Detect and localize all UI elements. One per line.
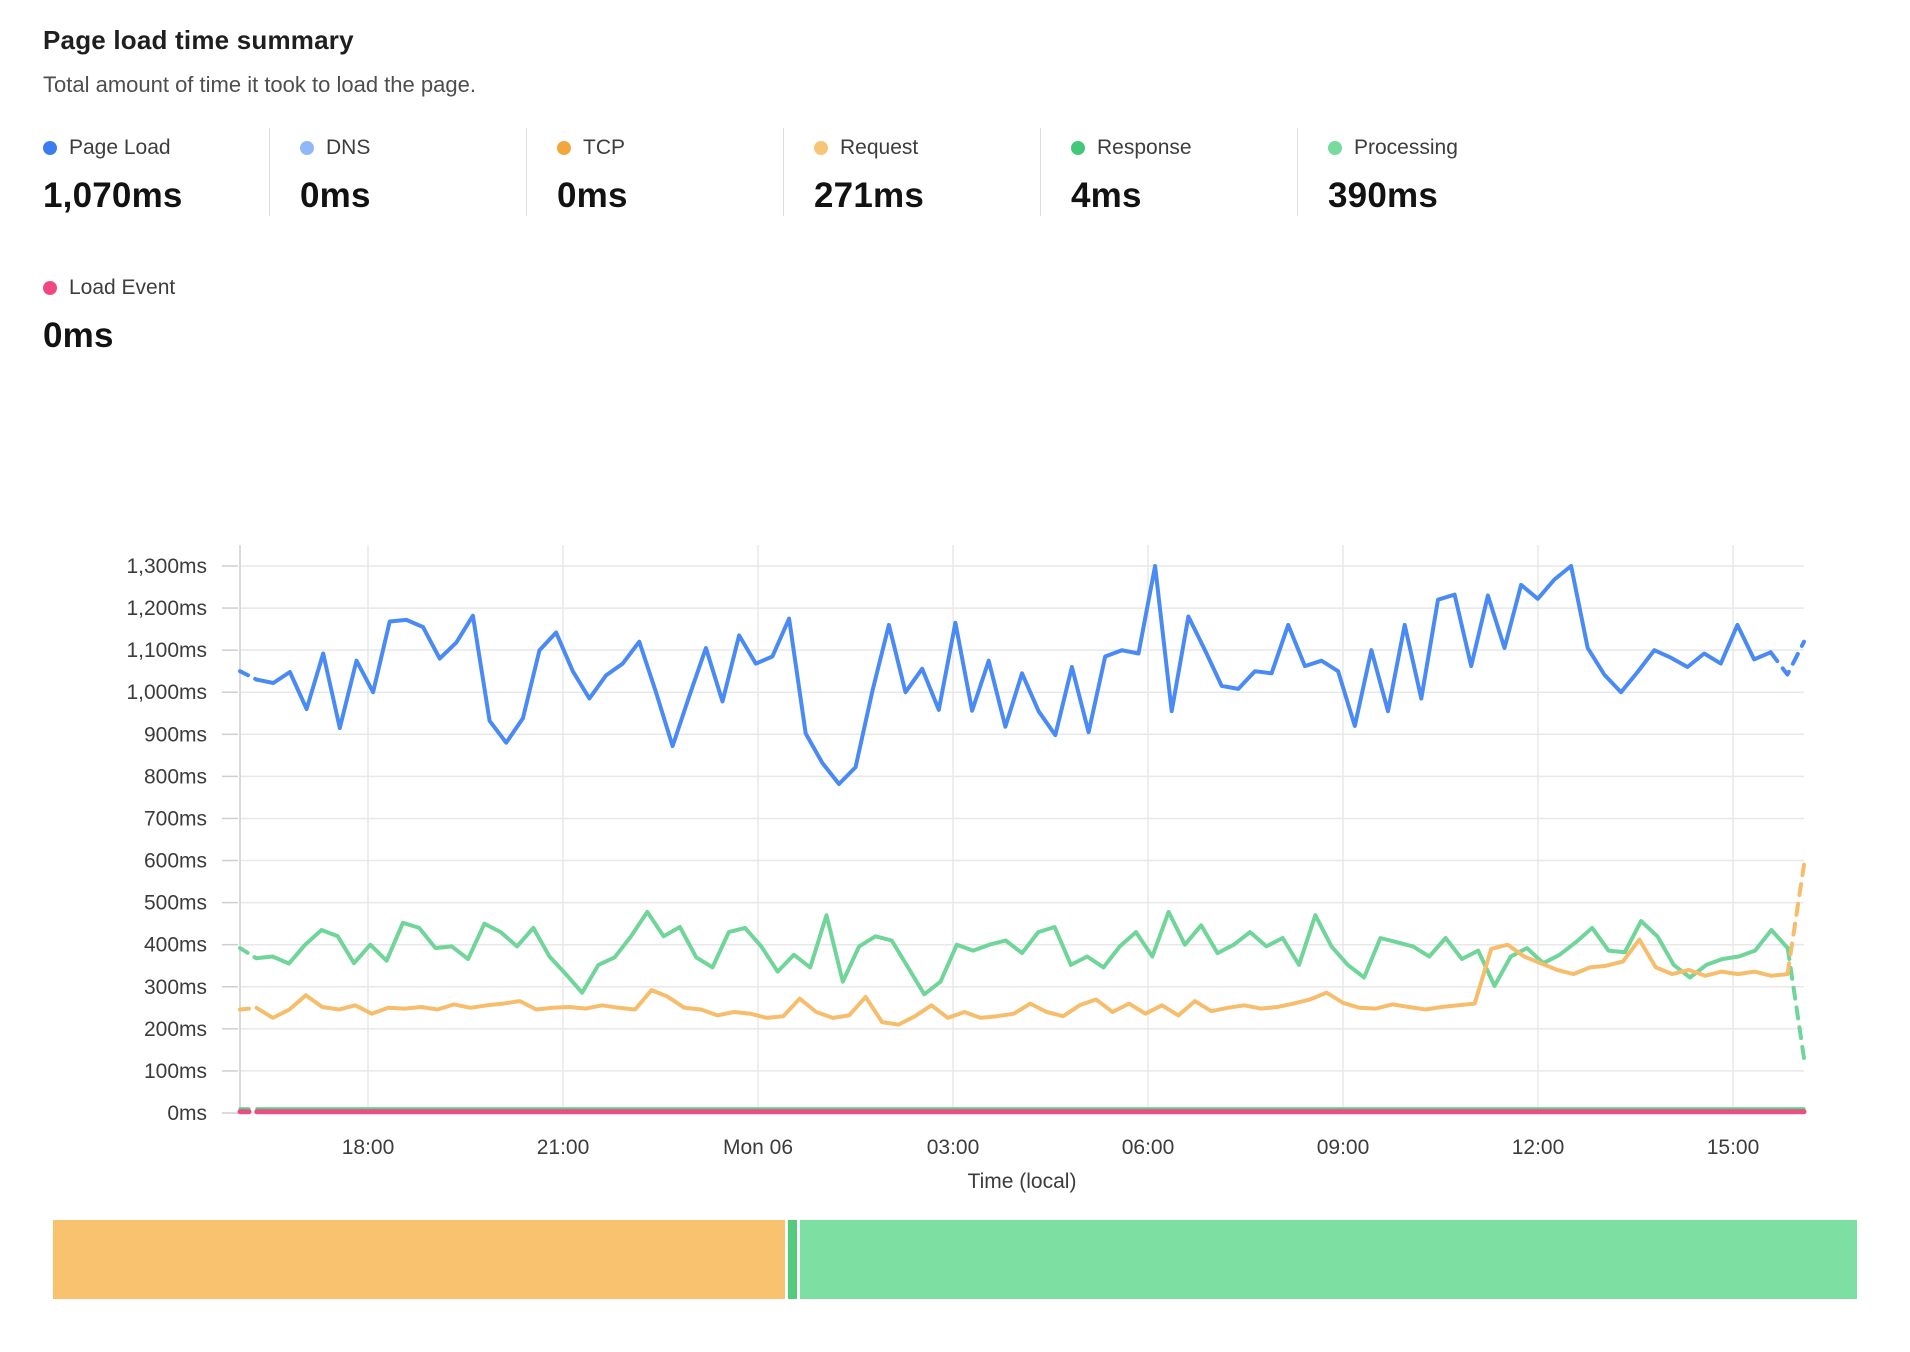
bar-segment-request-share bbox=[53, 1220, 785, 1299]
y-axis-label: 1,200ms bbox=[126, 597, 207, 620]
x-axis-label: Mon 06 bbox=[723, 1136, 793, 1159]
y-axis-label: 0ms bbox=[167, 1102, 207, 1125]
y-axis-label: 1,000ms bbox=[126, 681, 207, 704]
series-page-load-dash-end bbox=[1771, 642, 1804, 675]
series-processing-dash-start bbox=[240, 948, 256, 958]
x-axis-label: 21:00 bbox=[537, 1136, 590, 1159]
series-request-dash-start bbox=[240, 1008, 257, 1010]
y-axis-label: 700ms bbox=[144, 807, 207, 830]
y-axis-label: 500ms bbox=[144, 892, 207, 915]
y-axis-label: 200ms bbox=[144, 1018, 207, 1041]
y-axis-label: 600ms bbox=[144, 850, 207, 873]
y-axis-label: 1,100ms bbox=[126, 639, 207, 662]
series-page-load-line bbox=[257, 566, 1771, 784]
x-axis-label: 12:00 bbox=[1512, 1136, 1565, 1159]
x-axis-title: Time (local) bbox=[968, 1170, 1077, 1193]
y-axis-label: 100ms bbox=[144, 1060, 207, 1083]
page: { "header": { "title": "Page load time s… bbox=[0, 0, 1910, 1352]
y-axis-label: 300ms bbox=[144, 976, 207, 999]
bar-segment-response-share bbox=[788, 1220, 797, 1299]
x-axis-label: 03:00 bbox=[927, 1136, 980, 1159]
y-axis-label: 400ms bbox=[144, 934, 207, 957]
bar-segment-processing-share bbox=[800, 1220, 1857, 1299]
x-axis-label: 18:00 bbox=[342, 1136, 395, 1159]
x-axis-label: 06:00 bbox=[1122, 1136, 1175, 1159]
series-page-load-dash-start bbox=[240, 671, 257, 679]
y-axis-label: 1,300ms bbox=[126, 555, 207, 578]
series-processing-line bbox=[256, 912, 1787, 994]
y-axis-label: 900ms bbox=[144, 723, 207, 746]
time-distribution-bar bbox=[53, 1220, 1857, 1299]
x-axis-label: 09:00 bbox=[1317, 1136, 1370, 1159]
x-axis-label: 15:00 bbox=[1707, 1136, 1760, 1159]
page-load-time-chart[interactable]: 0ms 100ms 200ms 300ms 400ms 500ms 600ms 700ms 80… bbox=[0, 0, 1910, 1352]
y-axis-label: 800ms bbox=[144, 765, 207, 788]
